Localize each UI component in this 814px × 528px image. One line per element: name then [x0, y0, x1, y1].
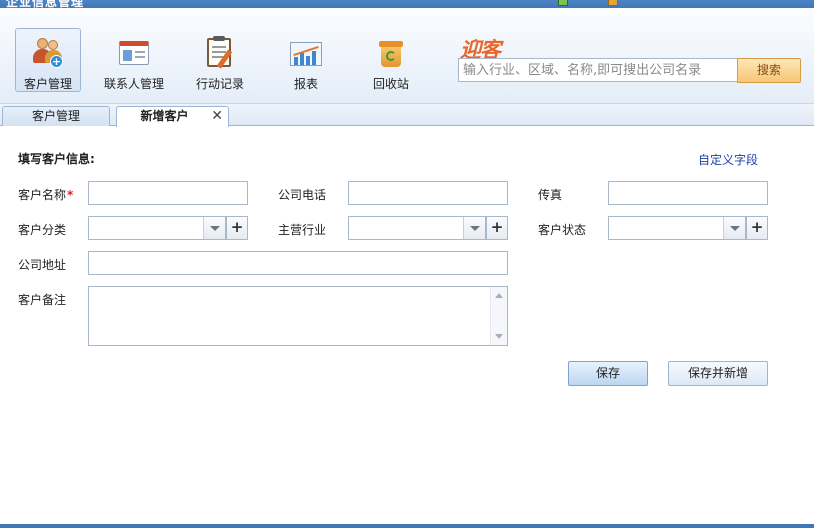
main-industry-select[interactable] [348, 216, 486, 240]
tab-new-customer[interactable]: 新增客户 ✕ [116, 106, 229, 127]
toolbar-customers-label: 客户管理 [23, 77, 72, 91]
customer-category-select[interactable] [88, 216, 226, 240]
window-title: 企业信息管理 [6, 0, 85, 8]
customers-icon: + [32, 37, 64, 69]
fax-input[interactable] [608, 181, 768, 205]
add-status-button[interactable]: + [746, 216, 768, 240]
customer-name-input[interactable] [88, 181, 248, 205]
company-address-label: 公司地址 [18, 258, 67, 272]
tab-customer-management[interactable]: 客户管理 [2, 106, 110, 126]
recycle-bin-icon [375, 37, 407, 69]
chart-icon [290, 37, 322, 69]
company-search-input[interactable] [458, 58, 738, 82]
remark-scrollbar[interactable] [490, 287, 507, 345]
tab-label: 客户管理 [31, 109, 80, 123]
toolbar-customers-button[interactable]: + 客户管理 [15, 28, 81, 92]
close-icon[interactable]: ✕ [211, 107, 223, 126]
chevron-down-icon[interactable] [203, 217, 225, 239]
toolbar-activity-label: 行动记录 [195, 77, 244, 91]
customer-name-label: 客户名称* [18, 188, 74, 202]
toolbar-contacts-label: 联系人管理 [103, 77, 164, 91]
titlebar-icons [558, 0, 618, 6]
customer-status-label: 客户状态 [538, 223, 587, 237]
notepad-icon [204, 36, 236, 69]
company-phone-input[interactable] [348, 181, 508, 205]
chevron-down-icon[interactable] [723, 217, 745, 239]
scroll-up-icon[interactable] [495, 293, 503, 298]
status-icon[interactable] [558, 0, 568, 6]
toolbar-recycle-button[interactable]: 回收站 [358, 28, 424, 92]
required-mark: * [67, 188, 74, 202]
chevron-down-icon[interactable] [463, 217, 485, 239]
search-button[interactable]: 搜索 [737, 58, 801, 83]
toolbar-recycle-label: 回收站 [372, 77, 409, 91]
save-and-new-button[interactable]: 保存并新增 [668, 361, 768, 386]
window-bottom-border [0, 524, 814, 528]
company-phone-label: 公司电话 [278, 188, 327, 202]
customer-remark-textarea[interactable] [88, 286, 508, 346]
contact-card-icon [118, 37, 150, 69]
user-icon[interactable] [608, 0, 618, 6]
toolbar-reports-button[interactable]: 报表 [273, 28, 339, 92]
custom-field-link[interactable]: 自定义字段 [698, 151, 758, 168]
scroll-down-icon[interactable] [495, 334, 503, 339]
main-industry-label: 主营行业 [278, 223, 327, 237]
form-section-title: 填写客户信息: [18, 152, 95, 166]
add-industry-button[interactable]: + [486, 216, 508, 240]
fax-label: 传真 [538, 188, 563, 202]
window-titlebar: 企业信息管理 [0, 0, 814, 8]
tab-label: 新增客户 [140, 109, 189, 123]
company-address-input[interactable] [88, 251, 508, 275]
tab-strip: 客户管理 新增客户 ✕ [0, 104, 814, 127]
main-toolbar: + 客户管理 联系人管理 行动记录 报表 回收站 迎客 [0, 8, 814, 104]
customer-status-select[interactable] [608, 216, 746, 240]
toolbar-activity-button[interactable]: 行动记录 [187, 28, 253, 92]
customer-remark-label: 客户备注 [18, 293, 67, 307]
customer-category-label: 客户分类 [18, 223, 67, 237]
toolbar-contacts-button[interactable]: 联系人管理 [101, 28, 167, 92]
add-category-button[interactable]: + [226, 216, 248, 240]
toolbar-reports-label: 报表 [293, 77, 318, 91]
save-button[interactable]: 保存 [568, 361, 648, 386]
